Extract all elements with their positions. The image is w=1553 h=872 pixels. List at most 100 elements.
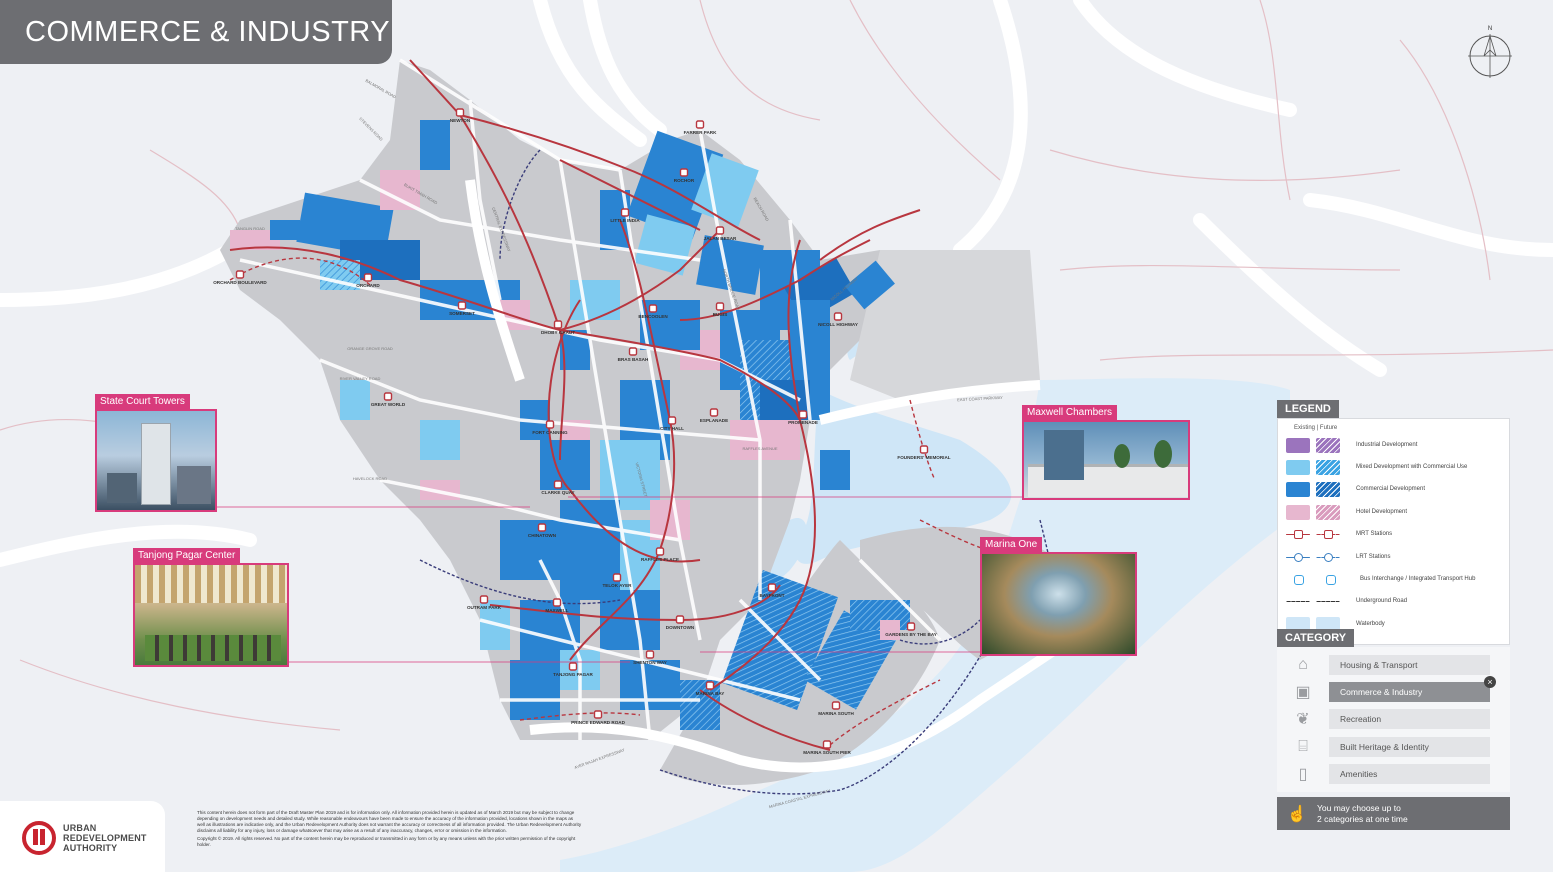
mrt-station-marker[interactable] [628, 347, 638, 356]
station-label: PRINCE EDWARD ROAD [571, 720, 626, 725]
callout-label: Tanjong Pagar Center [133, 548, 241, 563]
mrt-station-marker[interactable] [383, 392, 393, 401]
leaf-icon: ❦ [1296, 711, 1310, 729]
station-label: MARINA BAY [696, 691, 725, 696]
mrt-station-marker[interactable] [715, 302, 725, 311]
station-label: LITTLE INDIA [610, 218, 640, 223]
legend-label: LRT Stations [1356, 553, 1391, 560]
mrt-station-marker[interactable] [833, 312, 843, 321]
mrt-station-marker[interactable] [235, 270, 245, 279]
mrt-station-marker[interactable] [675, 615, 685, 624]
maxwell-chambers-photo [1022, 420, 1190, 500]
category-title: CATEGORY [1277, 629, 1355, 647]
north-arrow-icon: N [1468, 26, 1512, 78]
legend-row: Hotel Development [1286, 501, 1501, 523]
callout-tanjong-pagar-center[interactable]: Tanjong Pagar Center [133, 545, 289, 667]
mrt-station-glyph [1294, 530, 1303, 540]
mrt-station-marker[interactable] [568, 662, 578, 671]
legend-swatch-future [1316, 552, 1340, 562]
callout-maxwell-chambers[interactable]: Maxwell Chambers [1022, 402, 1190, 500]
legend-swatch-existing [1286, 552, 1310, 562]
category-button[interactable]: Amenities [1329, 764, 1490, 785]
mrt-station-marker[interactable] [363, 273, 373, 282]
legend-swatch-future [1326, 574, 1336, 585]
mrt-station-marker[interactable] [537, 523, 547, 532]
road-label: TANGLIN ROAD [235, 226, 265, 231]
state-court-towers-photo [95, 409, 217, 512]
copyright-paragraph: Copyright © 2019. All rights reserved. N… [197, 835, 576, 847]
category-recreation[interactable]: ❦ Recreation [1277, 706, 1510, 733]
road-label: STEVENS ROAD [358, 116, 384, 142]
mrt-station-marker[interactable] [715, 226, 725, 235]
mrt-station-marker[interactable] [620, 208, 630, 217]
callout-state-court-towers[interactable]: State Court Towers [95, 391, 217, 512]
mrt-station-marker[interactable] [612, 573, 622, 582]
mrt-station-marker[interactable] [695, 120, 705, 129]
station-label: FORT CANNING [532, 430, 568, 435]
legend-swatch-existing [1294, 574, 1304, 585]
future-label: Future [1319, 425, 1338, 431]
mrt-station-marker[interactable] [553, 320, 563, 329]
category-housing-transport[interactable]: ⌂ Housing & Transport [1277, 651, 1510, 678]
mrt-station-glyph [1324, 530, 1333, 540]
mrt-station-marker[interactable] [831, 701, 841, 710]
mrt-station-marker[interactable] [552, 598, 562, 607]
legend-row: Industrial Development [1286, 434, 1501, 456]
legend-swatch-future [1316, 482, 1340, 498]
close-icon[interactable]: × [1484, 676, 1496, 689]
mrt-station-marker[interactable] [705, 681, 715, 690]
station-label: NICOLL HIGHWAY [818, 322, 858, 327]
station-label: BRAS BASAH [618, 357, 649, 362]
legend-row: Mixed Development with Commercial Use [1286, 456, 1501, 478]
category-commerce-industry[interactable]: ▣ Commerce & Industry × [1277, 676, 1510, 705]
mrt-station-marker[interactable] [455, 108, 465, 117]
legend-label: Mixed Development with Commercial Use [1356, 464, 1468, 471]
mrt-station-marker[interactable] [645, 650, 655, 659]
mrt-station-marker[interactable] [655, 547, 665, 556]
road-label: EAST COAST PARKWAY [957, 395, 1003, 402]
station-label: BAYFRONT [759, 593, 784, 598]
station-label: MAXWELL [545, 608, 568, 613]
station-label: MARINA SOUTH [818, 711, 854, 716]
existing-label: Existing [1294, 425, 1316, 431]
station-label: NEWTON [450, 118, 471, 123]
station-label: TANJONG PAGAR [553, 672, 593, 677]
category-button-active[interactable]: Commerce & Industry × [1329, 676, 1496, 703]
station-label: FARRER PARK [684, 130, 718, 135]
legend-label: Underground Road [1356, 598, 1408, 605]
mrt-station-marker[interactable] [667, 416, 677, 425]
category-panel: CATEGORY ⌂ Housing & Transport ▣ Commerc… [1277, 628, 1510, 792]
legend-row: Underground Road [1286, 591, 1501, 613]
amenity-box-icon: ▯ [1298, 766, 1308, 784]
mrt-station-marker[interactable] [798, 410, 808, 419]
station-label: CLARKE QUAY [541, 490, 574, 495]
mrt-station-marker[interactable] [919, 445, 929, 454]
category-button[interactable]: Housing & Transport [1329, 654, 1490, 675]
category-built-heritage[interactable]: ⌸ Built Heritage & Identity [1277, 733, 1510, 760]
mrt-station-marker[interactable] [457, 301, 467, 310]
mrt-station-marker[interactable] [479, 595, 489, 604]
category-button[interactable]: Recreation [1329, 709, 1490, 730]
mrt-station-marker[interactable] [822, 740, 832, 749]
category-amenities[interactable]: ▯ Amenities [1277, 761, 1510, 788]
station-label: BUGIS [713, 312, 728, 317]
legend-row: MRT Stations [1286, 524, 1501, 546]
category-button[interactable]: Built Heritage & Identity [1329, 736, 1490, 757]
hint-line-2: 2 categories at one time [1317, 813, 1408, 824]
legend-label: Bus Interchange / Integrated Transport H… [1360, 576, 1476, 583]
mrt-station-marker[interactable] [679, 168, 689, 177]
mrt-station-marker[interactable] [593, 710, 603, 719]
legend-swatch-future [1316, 460, 1340, 476]
mrt-station-marker[interactable] [709, 408, 719, 417]
mrt-station-marker[interactable] [545, 420, 555, 429]
legend-swatch-existing [1286, 482, 1310, 498]
mrt-station-marker[interactable] [553, 480, 563, 489]
logo-line-1: URBAN [63, 823, 97, 833]
station-label: CITY HALL [660, 426, 684, 431]
disclaimer-paragraph: This content herein does not form part o… [197, 810, 582, 833]
callout-marina-one[interactable]: Marina One [980, 534, 1137, 656]
station-label: GREAT WORLD [371, 402, 406, 407]
mrt-station-marker[interactable] [767, 583, 777, 592]
mrt-station-marker[interactable] [906, 622, 916, 631]
mrt-station-marker[interactable] [648, 304, 658, 313]
